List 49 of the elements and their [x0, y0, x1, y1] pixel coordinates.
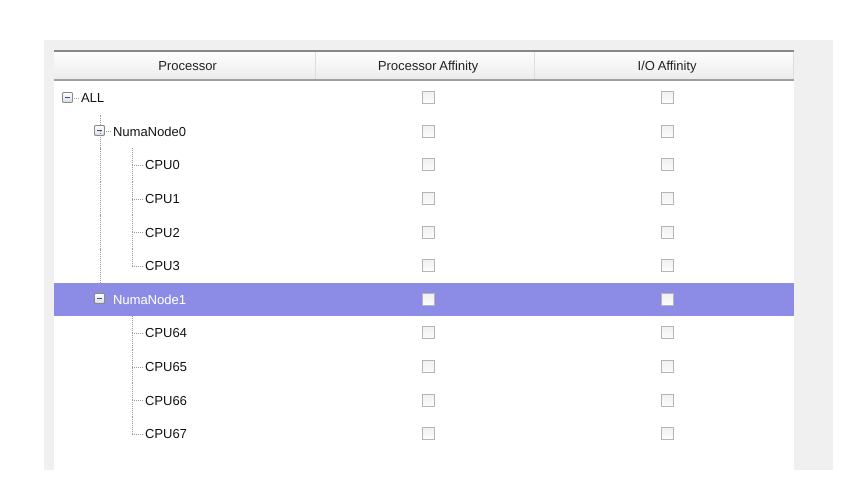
tree-label: CPU3 — [145, 258, 180, 274]
checkbox[interactable] — [422, 124, 435, 138]
collapse-icon[interactable] — [94, 293, 105, 304]
tree-label: CPU66 — [145, 392, 187, 408]
collapse-icon[interactable] — [62, 92, 73, 103]
checkbox[interactable] — [661, 158, 674, 172]
checkbox[interactable] — [661, 360, 674, 374]
checkbox[interactable] — [422, 226, 435, 239]
tree-label: CPU2 — [145, 224, 180, 240]
tree-row[interactable]: CPU1 — [54, 182, 794, 216]
tree-label: NumaNode1 — [113, 292, 186, 307]
checkbox[interactable] — [422, 259, 435, 272]
checkbox[interactable] — [661, 427, 674, 440]
checkbox[interactable] — [422, 292, 435, 306]
column-header[interactable]: I/O Affinity — [535, 52, 794, 79]
tree-row[interactable]: CPU64 — [54, 316, 794, 350]
tree-row[interactable]: CPU0 — [54, 148, 794, 182]
checkbox[interactable] — [661, 124, 674, 138]
checkbox[interactable] — [422, 192, 435, 206]
checkbox[interactable] — [422, 360, 435, 374]
tree-row[interactable]: CPU3 — [54, 248, 794, 283]
checkbox[interactable] — [661, 292, 674, 306]
tree-label: ALL — [81, 90, 104, 106]
tree-label: NumaNode0 — [113, 124, 186, 139]
checkbox[interactable] — [422, 326, 435, 340]
column-header[interactable]: Processor Affinity — [316, 52, 535, 79]
checkbox[interactable] — [422, 394, 435, 407]
tree-row[interactable]: CPU65 — [54, 350, 794, 384]
tree-label: CPU1 — [145, 191, 180, 206]
checkbox[interactable] — [661, 192, 674, 206]
tree-label: CPU65 — [145, 359, 187, 374]
checkbox[interactable] — [661, 259, 674, 272]
collapse-icon[interactable] — [94, 125, 105, 136]
checkbox[interactable] — [661, 326, 674, 340]
tree-label: CPU64 — [145, 325, 187, 340]
checkbox[interactable] — [422, 427, 435, 440]
tree-row[interactable]: CPU67 — [54, 416, 794, 451]
checkbox[interactable] — [661, 226, 674, 239]
checkbox[interactable] — [661, 91, 674, 104]
tree-label: CPU0 — [145, 157, 180, 172]
checkbox[interactable] — [661, 394, 674, 407]
tree-label: CPU67 — [145, 426, 187, 442]
tree-row[interactable]: CPU2 — [54, 215, 794, 249]
tree-row[interactable]: CPU66 — [54, 383, 794, 417]
checkbox[interactable] — [422, 91, 435, 104]
checkbox[interactable] — [422, 158, 435, 172]
tree-row[interactable]: NumaNode0 — [54, 114, 794, 148]
tree-row[interactable]: ALL — [54, 81, 794, 115]
column-header[interactable]: Processor — [54, 52, 316, 79]
